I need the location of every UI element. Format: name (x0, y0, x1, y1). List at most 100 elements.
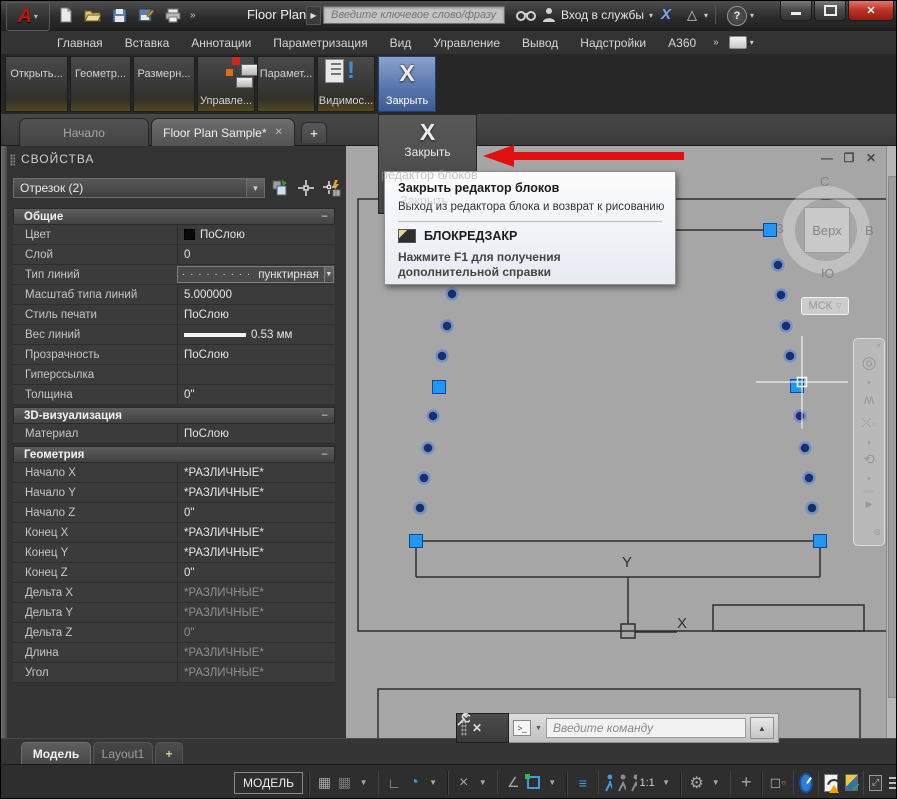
point-dot[interactable] (785, 351, 796, 362)
command-dropdown-icon[interactable]: ▼ (535, 725, 542, 732)
chevron-down-icon[interactable]: ▼ (246, 179, 264, 197)
showmotion-play-icon[interactable]: ▶ (854, 499, 884, 510)
property-value[interactable]: *РАЗЛИЧНЫЕ* (177, 483, 335, 502)
flyout-close-label[interactable]: Закрыть (379, 145, 476, 159)
point-dot[interactable] (447, 289, 458, 300)
point-dot[interactable] (800, 443, 811, 454)
exchange-apps-icon[interactable]: X (661, 6, 671, 23)
model-tab[interactable]: Модель (21, 742, 91, 765)
panel-geometric[interactable]: Геометр... (70, 56, 131, 112)
graphics-performance-icon[interactable] (799, 773, 812, 793)
canvas-scrollbar-thumb[interactable] (888, 176, 897, 698)
new-file-icon[interactable] (55, 5, 75, 25)
grip-square[interactable] (814, 535, 827, 548)
panel-manage[interactable]: Управле... (197, 56, 255, 112)
grid-display-icon[interactable]: ▦ (318, 774, 332, 791)
select-objects-icon[interactable] (295, 178, 317, 198)
property-value[interactable]: *РАЗЛИЧНЫЕ* (177, 583, 335, 602)
polar-dropdown-icon[interactable]: ▼ (426, 778, 440, 787)
object-snap-tracking-icon[interactable]: ∠ (506, 774, 520, 791)
point-dot[interactable] (773, 260, 784, 271)
tab-manage[interactable]: Управление (422, 33, 511, 53)
point-dot[interactable] (807, 503, 818, 514)
ribbon-display-toggle[interactable]: ▾ (729, 36, 754, 49)
point-dot[interactable] (442, 321, 453, 332)
scale-dropdown-icon[interactable]: ▼ (659, 778, 673, 787)
point-dot[interactable] (423, 443, 434, 454)
grip-square[interactable] (410, 535, 423, 548)
property-value[interactable]: 0" (177, 385, 335, 404)
layout1-tab[interactable]: Layout1 (93, 742, 153, 765)
palette-grip-icon[interactable] (10, 154, 15, 166)
property-value[interactable]: *РАЗЛИЧНЫЕ* (177, 463, 335, 482)
panel-dimensional[interactable]: Размерн... (133, 56, 195, 112)
file-tab-floor-plan[interactable]: Floor Plan Sample* ✕ (151, 118, 295, 146)
grip-square[interactable] (764, 224, 777, 237)
performance-warning-icon[interactable] (824, 774, 838, 792)
property-value[interactable]: · · · · · · · · ·пунктирная▼ (177, 266, 334, 283)
pan-icon[interactable]: ʍ (854, 391, 884, 407)
tab-a360[interactable]: A360 (657, 33, 707, 53)
command-input[interactable]: Введите команду (546, 718, 746, 738)
showmotion-icon[interactable]: ▫▫▫ (854, 487, 884, 496)
navbar-close-icon[interactable]: × (854, 341, 884, 350)
annotation-scale-value[interactable]: 1:1 (640, 777, 654, 789)
open-file-icon[interactable] (82, 5, 102, 25)
model-space-button[interactable]: МОДЕЛЬ (234, 772, 303, 794)
restore-button[interactable] (814, 1, 846, 21)
panel-open[interactable]: Открыть... (5, 56, 68, 112)
tab-output[interactable]: Вывод (511, 33, 569, 53)
a360-dropdown-icon[interactable]: ▾ (704, 11, 708, 20)
tab-parametric[interactable]: Параметризация (262, 33, 378, 53)
zoom-dropdown-icon[interactable]: ▾ (854, 439, 884, 447)
property-value[interactable]: 0" (177, 503, 335, 522)
property-value[interactable]: 0.53 мм (177, 325, 335, 344)
collapse-section-icon[interactable]: − (321, 410, 328, 422)
save-icon[interactable] (109, 5, 129, 25)
property-value[interactable]: *РАЗЛИЧНЫЕ* (177, 523, 335, 542)
property-value[interactable]: 0" (177, 563, 335, 582)
collapse-section-icon[interactable]: − (321, 449, 328, 461)
compass-south[interactable]: Ю (821, 266, 834, 281)
lineweight-display-icon[interactable]: ≡ (576, 775, 590, 791)
point-dot[interactable] (415, 503, 426, 514)
point-dot[interactable] (776, 290, 787, 301)
command-close-icon[interactable]: ✕ (472, 721, 482, 735)
point-dot[interactable] (437, 351, 448, 362)
drawing-restore-button[interactable]: ❐ (841, 150, 857, 165)
annotation-visibility-icon[interactable] (604, 774, 612, 792)
property-value[interactable]: *РАЗЛИЧНЫЕ* (177, 543, 335, 562)
section-header[interactable]: Геометрия− (13, 446, 335, 463)
plot-icon[interactable] (163, 5, 183, 25)
command-expand-icon[interactable]: ▲ (750, 717, 774, 739)
customization-menu-icon[interactable] (889, 774, 897, 792)
search-input[interactable] (329, 8, 499, 22)
section-header[interactable]: 3D-визуализация− (13, 407, 335, 424)
new-layout-button[interactable]: + (155, 742, 183, 765)
isodraft-dropdown-icon[interactable]: ▼ (476, 778, 490, 787)
property-value[interactable]: 5.000000 (177, 285, 335, 304)
isometric-drafting-icon[interactable]: × (457, 774, 471, 792)
help-search-box[interactable] (323, 6, 505, 24)
grip-square[interactable] (433, 381, 446, 394)
drawing-rectangle[interactable] (713, 605, 864, 631)
isolate-objects-icon[interactable]: ◻○ (771, 774, 785, 791)
a360-icon[interactable]: △ (687, 7, 697, 23)
annotation-scale-icon[interactable] (630, 774, 638, 792)
selection-dropdown[interactable]: Отрезок (2) ▼ (13, 178, 265, 198)
orbit-icon[interactable]: ⟲ (854, 451, 884, 468)
palette-edge[interactable] (1, 146, 7, 738)
application-menu-button[interactable]: A ▾ (6, 2, 50, 31)
point-dot[interactable] (419, 473, 430, 484)
property-value[interactable]: *РАЗЛИЧНЫЕ* (177, 643, 335, 662)
property-value[interactable]: 0 (177, 245, 335, 264)
property-value[interactable]: ПоСлою (177, 345, 335, 364)
viewcube-top-face[interactable]: Верх (804, 207, 850, 253)
orbit-dropdown-icon[interactable]: ▾ (854, 475, 884, 483)
signin-button[interactable]: Вход в службы (561, 8, 644, 22)
wcs-button[interactable]: МСК▽ (801, 297, 849, 315)
wrench-icon[interactable] (456, 713, 470, 727)
minimize-button[interactable] (780, 1, 812, 21)
point-dot[interactable] (781, 321, 792, 332)
property-value[interactable]: *РАЗЛИЧНЫЕ* (177, 603, 335, 622)
